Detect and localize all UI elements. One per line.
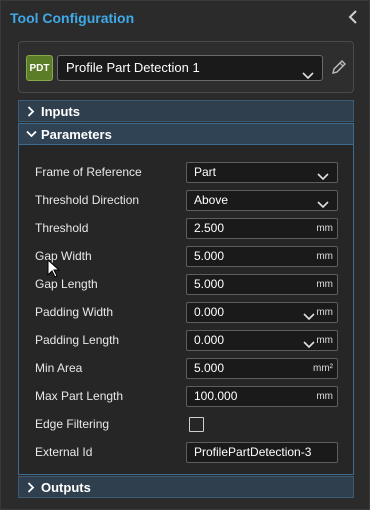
gap-length-label: Gap Length: [35, 277, 98, 291]
padding-width-value: 0.000: [194, 305, 225, 319]
threshold-direction-value: Above: [194, 193, 229, 207]
threshold-value: 2.500: [194, 221, 225, 235]
chevron-down-icon: [317, 168, 329, 187]
max-part-length-value: 100.000: [194, 389, 238, 403]
param-row-padding-width: Padding Width 0.000 mm: [19, 299, 353, 327]
gap-width-unit: mm: [316, 251, 333, 262]
min-area-unit: mm²: [313, 363, 333, 374]
section-outputs[interactable]: Outputs: [18, 476, 354, 498]
chevron-right-icon: [21, 481, 41, 493]
max-part-length-input[interactable]: 100.000 mm: [186, 386, 338, 407]
frame-of-reference-label: Frame of Reference: [35, 165, 142, 179]
param-row-threshold-direction: Threshold Direction Above: [19, 187, 353, 215]
threshold-label: Threshold: [35, 221, 89, 235]
padding-length-unit: mm: [316, 335, 333, 346]
tool-select-value: Profile Part Detection 1: [66, 60, 200, 75]
chevron-down-icon: [21, 130, 41, 138]
threshold-input[interactable]: 2.500 mm: [186, 218, 338, 239]
min-area-input[interactable]: 5.000 mm²: [186, 358, 338, 379]
section-parameters[interactable]: Parameters: [18, 123, 354, 145]
param-row-min-area: Min Area 5.000 mm²: [19, 355, 353, 383]
mouse-cursor-icon: [47, 258, 61, 279]
gap-width-label: Gap Width: [35, 249, 92, 263]
section-outputs-label: Outputs: [41, 479, 91, 495]
parameters-body: Frame of Reference Part Threshold Direct…: [18, 145, 354, 475]
panel-title: Tool Configuration: [10, 10, 135, 26]
frame-of-reference-value: Part: [194, 165, 217, 179]
min-area-label: Min Area: [35, 361, 83, 375]
chevron-down-icon: [303, 336, 315, 355]
chevron-down-icon: [302, 64, 314, 88]
gap-length-input[interactable]: 5.000 mm: [186, 274, 338, 295]
tool-badge: PDT: [26, 55, 53, 81]
param-row-gap-width: Gap Width 5.000 mm: [19, 243, 353, 271]
padding-length-select[interactable]: 0.000 mm: [186, 330, 338, 351]
external-id-value: ProfilePartDetection-3: [194, 445, 312, 459]
param-row-edge-filtering: Edge Filtering: [19, 411, 353, 439]
gap-length-value: 5.000: [194, 277, 225, 291]
padding-width-select[interactable]: 0.000 mm: [186, 302, 338, 323]
gap-length-unit: mm: [316, 279, 333, 290]
param-row-padding-length: Padding Length 0.000 mm: [19, 327, 353, 355]
edge-filtering-checkbox[interactable]: [189, 417, 204, 432]
threshold-direction-label: Threshold Direction: [35, 193, 140, 207]
section-parameters-label: Parameters: [41, 126, 112, 142]
section-inputs-label: Inputs: [41, 103, 80, 119]
padding-length-label: Padding Length: [35, 333, 120, 347]
max-part-length-label: Max Part Length: [35, 389, 124, 403]
threshold-direction-select[interactable]: Above: [186, 190, 338, 211]
padding-width-unit: mm: [316, 307, 333, 318]
padding-length-value: 0.000: [194, 333, 225, 347]
panel-header: Tool Configuration: [1, 1, 369, 35]
param-row-gap-length: Gap Length 5.000 mm: [19, 271, 353, 299]
chevron-right-icon: [21, 105, 41, 117]
max-part-length-unit: mm: [316, 391, 333, 402]
param-row-max-part-length: Max Part Length 100.000 mm: [19, 383, 353, 411]
tool-configuration-panel: Tool Configuration PDT Profile Part Dete…: [0, 0, 370, 510]
min-area-value: 5.000: [194, 361, 225, 375]
chevron-left-icon[interactable]: [345, 8, 361, 26]
external-id-label: External Id: [35, 445, 93, 459]
pencil-icon[interactable]: [329, 57, 349, 77]
param-row-external-id: External Id ProfilePartDetection-3: [19, 439, 353, 467]
padding-width-label: Padding Width: [35, 305, 114, 319]
external-id-input[interactable]: ProfilePartDetection-3: [186, 442, 338, 463]
gap-width-value: 5.000: [194, 249, 225, 263]
tool-selector-box: PDT Profile Part Detection 1: [18, 41, 354, 93]
frame-of-reference-select[interactable]: Part: [186, 162, 338, 183]
section-inputs[interactable]: Inputs: [18, 100, 354, 122]
param-row-frame-of-reference: Frame of Reference Part: [19, 159, 353, 187]
param-row-threshold: Threshold 2.500 mm: [19, 215, 353, 243]
chevron-down-icon: [317, 196, 329, 215]
edge-filtering-label: Edge Filtering: [35, 417, 110, 431]
chevron-down-icon: [303, 308, 315, 327]
tool-select[interactable]: Profile Part Detection 1: [57, 55, 323, 81]
threshold-unit: mm: [316, 223, 333, 234]
gap-width-input[interactable]: 5.000 mm: [186, 246, 338, 267]
